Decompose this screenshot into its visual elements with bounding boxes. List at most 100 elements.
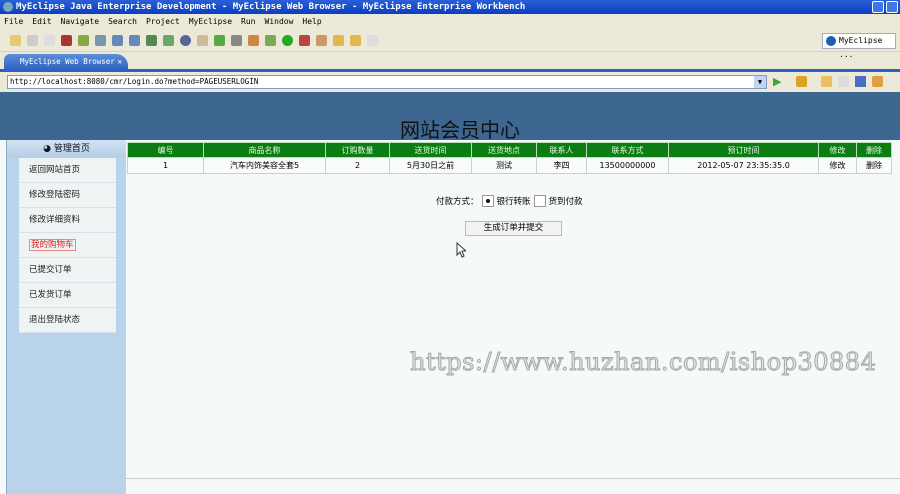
cell-order-time: 2012-05-07 23:35:35.0 bbox=[668, 157, 819, 174]
globe-icon[interactable] bbox=[180, 35, 191, 46]
column-header: 编号 bbox=[127, 142, 204, 158]
debug-icon[interactable] bbox=[78, 35, 89, 46]
cell-delivery-place: 测试 bbox=[471, 157, 537, 174]
stop-icon[interactable] bbox=[855, 76, 866, 87]
undeploy-icon[interactable] bbox=[129, 35, 140, 46]
delete-link[interactable]: 删除 bbox=[856, 157, 892, 174]
column-header: 删除 bbox=[856, 142, 892, 158]
sidebar-item-label: 修改登陆密码 bbox=[29, 190, 81, 200]
web-page: 网站会员中心 ◕ 管理首页 返回网站首页 修改登陆密码 修改详细资料 我的购物车… bbox=[0, 92, 900, 494]
run-icon[interactable] bbox=[282, 35, 293, 46]
go-icon[interactable]: ▶ bbox=[773, 76, 784, 87]
refresh-icon[interactable] bbox=[872, 76, 883, 87]
favorites-icon[interactable] bbox=[796, 76, 807, 87]
menu-bar: File Edit Navigate Search Project MyEclipse Ru… bbox=[0, 14, 900, 30]
folder-icon[interactable] bbox=[333, 35, 344, 46]
sidebar-item-label: 修改详细资料 bbox=[29, 215, 81, 225]
payment-label: 付款方式： bbox=[436, 197, 479, 207]
sidebar-item-logout[interactable]: 退出登陆状态 bbox=[19, 308, 116, 333]
deploy-icon[interactable] bbox=[112, 35, 123, 46]
restore-button[interactable] bbox=[886, 1, 898, 13]
url-input[interactable]: http://localhost:8080/cmr/Login.do?metho… bbox=[7, 75, 767, 89]
wizard-icon[interactable] bbox=[163, 35, 174, 46]
new-icon[interactable] bbox=[10, 35, 21, 46]
url-text: http://localhost:8080/cmr/Login.do?metho… bbox=[10, 77, 259, 86]
column-header: 预订时间 bbox=[668, 142, 819, 158]
radio-bank-transfer[interactable] bbox=[481, 195, 494, 207]
cash-on-delivery-label: 货到付款 bbox=[548, 197, 583, 207]
editor-tabs: MyEclipse Web Browser ✕ bbox=[0, 52, 900, 70]
sidebar-item-shipped-orders[interactable]: 已发货订单 bbox=[19, 283, 116, 308]
open-icon[interactable] bbox=[197, 35, 208, 46]
tab-label: MyEclipse Web Browser bbox=[20, 57, 115, 66]
connector-icon[interactable] bbox=[146, 35, 157, 46]
sidebar-item-edit-profile[interactable]: 修改详细资料 bbox=[19, 208, 116, 233]
menu-file[interactable]: File bbox=[4, 14, 23, 30]
tools-icon[interactable] bbox=[248, 35, 259, 46]
mouse-cursor-icon bbox=[456, 242, 466, 258]
chevron-down-icon[interactable]: ▼ bbox=[754, 76, 766, 88]
cell-delivery-time: 5月30日之前 bbox=[389, 157, 472, 174]
minimize-button[interactable] bbox=[872, 1, 884, 13]
window-title: MyEclipse Java Enterprise Development - … bbox=[16, 2, 526, 12]
cart-table: 编号 商品名称 订购数量 送货时间 送货地点 联系人 联系方式 预订时间 修改 … bbox=[127, 142, 892, 174]
page-title: 网站会员中心 bbox=[400, 118, 520, 142]
cell-product: 汽车内饰美容全套5 bbox=[203, 157, 326, 174]
column-header: 联系方式 bbox=[586, 142, 669, 158]
forward-icon[interactable] bbox=[838, 76, 849, 87]
submit-order-button[interactable]: 生成订单并提交 bbox=[465, 221, 562, 236]
save-icon[interactable] bbox=[27, 35, 38, 46]
server-icon[interactable] bbox=[95, 35, 106, 46]
close-icon[interactable]: ✕ bbox=[117, 54, 122, 70]
forward-icon[interactable] bbox=[367, 35, 378, 46]
menu-myeclipse[interactable]: MyEclipse bbox=[189, 14, 232, 30]
sidebar-item-cart[interactable]: 我的购物车 bbox=[19, 233, 116, 258]
column-header: 联系人 bbox=[536, 142, 587, 158]
sidebar-item-label: 已发货订单 bbox=[29, 290, 72, 300]
sidebar-item-submitted-orders[interactable]: 已提交订单 bbox=[19, 258, 116, 283]
search-icon[interactable] bbox=[299, 35, 310, 46]
edit-link[interactable]: 修改 bbox=[818, 157, 857, 174]
cell-id: 1 bbox=[127, 157, 204, 174]
refresh-icon[interactable] bbox=[214, 35, 225, 46]
title-bar: MyEclipse Java Enterprise Development - … bbox=[0, 0, 900, 14]
menu-project[interactable]: Project bbox=[146, 14, 180, 30]
column-header: 送货地点 bbox=[471, 142, 537, 158]
print-icon[interactable] bbox=[44, 35, 55, 46]
menu-help[interactable]: Help bbox=[302, 14, 321, 30]
back-icon[interactable] bbox=[350, 35, 361, 46]
radio-cash-on-delivery[interactable] bbox=[533, 195, 546, 207]
app-icon bbox=[3, 2, 13, 12]
perspective-myeclipse[interactable]: MyEclipse ... bbox=[822, 33, 896, 59]
column-header: 订购数量 bbox=[325, 142, 390, 158]
menu-search[interactable]: Search bbox=[108, 14, 137, 30]
watermark: https://www.huzhan.com/ishop30884 bbox=[409, 348, 877, 377]
menu-run[interactable]: Run bbox=[241, 14, 255, 30]
package-icon[interactable] bbox=[61, 35, 72, 46]
table-row: 1 汽车内饰美容全套5 2 5月30日之前 测试 李四 13500000000 … bbox=[127, 157, 892, 174]
camera-icon[interactable] bbox=[231, 35, 242, 46]
menu-edit[interactable]: Edit bbox=[32, 14, 51, 30]
site-header: 网站会员中心 bbox=[0, 92, 900, 142]
toolbar bbox=[0, 30, 900, 52]
column-header: 送货时间 bbox=[389, 142, 472, 158]
sidebar: ◕ 管理首页 返回网站首页 修改登陆密码 修改详细资料 我的购物车 已提交订单 … bbox=[6, 140, 126, 494]
menu-navigate[interactable]: Navigate bbox=[61, 14, 100, 30]
sidebar-item-label: 返回网站首页 bbox=[29, 165, 81, 175]
sidebar-heading-label: 管理首页 bbox=[53, 144, 90, 154]
back-icon[interactable] bbox=[821, 76, 832, 87]
browser-toolbar: http://localhost:8080/cmr/Login.do?metho… bbox=[0, 72, 900, 92]
tab-web-browser[interactable]: MyEclipse Web Browser ✕ bbox=[4, 54, 128, 70]
divider bbox=[126, 478, 900, 479]
column-header: 修改 bbox=[818, 142, 857, 158]
sidebar-item-home[interactable]: 返回网站首页 bbox=[19, 158, 116, 183]
column-header: 商品名称 bbox=[203, 142, 326, 158]
sidebar-item-change-password[interactable]: 修改登陆密码 bbox=[19, 183, 116, 208]
gear-icon[interactable] bbox=[265, 35, 276, 46]
sidebar-heading: ◕ 管理首页 bbox=[7, 140, 126, 158]
bookmark-icon[interactable] bbox=[316, 35, 327, 46]
sidebar-item-label: 已提交订单 bbox=[29, 265, 72, 275]
payment-method: 付款方式： 银行转账 货到付款 bbox=[436, 195, 583, 207]
menu-window[interactable]: Window bbox=[265, 14, 294, 30]
bank-transfer-label: 银行转账 bbox=[496, 197, 531, 207]
